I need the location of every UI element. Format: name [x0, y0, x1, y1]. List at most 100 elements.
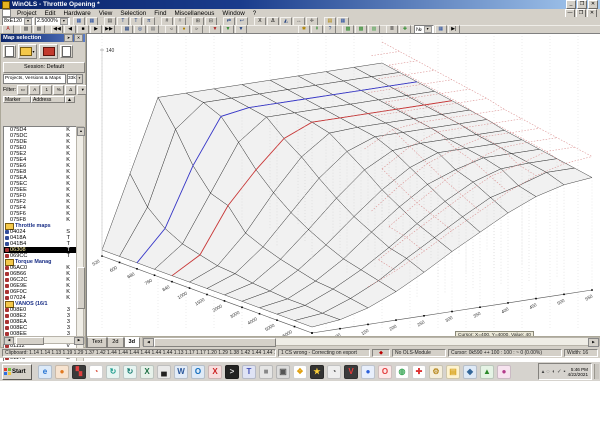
- toolbar-separator: [218, 17, 222, 24]
- menu-item-find[interactable]: Find: [150, 10, 170, 17]
- filter-button-5[interactable]: Δ: [65, 85, 77, 95]
- scroll-up-icon[interactable]: ▲: [77, 127, 85, 136]
- winols-app-icon[interactable]: ▚: [72, 364, 86, 379]
- gray-app-icon[interactable]: ■: [259, 364, 273, 379]
- media-player-icon[interactable]: ●: [55, 364, 69, 379]
- combo-arrow-icon[interactable]: ▾: [59, 17, 68, 25]
- svg-text:300: 300: [444, 315, 454, 323]
- excel-icon[interactable]: X: [140, 364, 154, 379]
- marker-red-icon: [5, 284, 9, 288]
- menu-item-project[interactable]: Project: [13, 10, 41, 17]
- tab-2d[interactable]: 2d: [107, 337, 124, 348]
- scope-select[interactable]: Projects, Versions & Maps: [3, 74, 66, 84]
- toolbar-separator: [248, 25, 252, 32]
- open-project-button[interactable]: ▾: [18, 44, 37, 59]
- scroll-thumb[interactable]: [77, 267, 85, 309]
- transfer-icon[interactable]: ✚: [412, 364, 426, 379]
- panel-horizontal-scrollbar[interactable]: ◀ ▶: [3, 336, 85, 345]
- red-folder-icon: [42, 47, 55, 56]
- scroll-thumb[interactable]: [16, 337, 44, 345]
- tray-icon-3[interactable]: ◖: [552, 369, 555, 375]
- menu-item-view[interactable]: View: [95, 10, 117, 17]
- import-button[interactable]: [39, 44, 58, 59]
- surface-plot: 520 600 680 760 840 1000 1500 2000 3000 4000 5000 6…: [91, 36, 594, 336]
- sheet-icon: [5, 46, 14, 57]
- scroll-right-icon[interactable]: ▶: [588, 338, 599, 347]
- marker-red-icon: [5, 326, 9, 330]
- app-icon: [2, 0, 10, 9]
- new-map-button[interactable]: [3, 45, 16, 58]
- column-marker[interactable]: Marker: [3, 96, 31, 103]
- scroll-left-icon[interactable]: ◀: [143, 338, 155, 347]
- plot-bottom-bar: Text 2d 3d ◀ ▶: [87, 336, 600, 348]
- map-3d-view[interactable]: 520 600 680 760 840 1000 1500 2000 3000 4000 5000 6…: [86, 33, 600, 348]
- opera-icon[interactable]: O: [378, 364, 392, 379]
- marker-empty: [5, 200, 9, 204]
- panel-pin-button[interactable]: ➤: [64, 34, 73, 42]
- blue-app-icon[interactable]: ◆: [463, 364, 477, 379]
- session-button[interactable]: Session: Default: [3, 62, 85, 73]
- scroll-thumb[interactable]: [154, 338, 277, 347]
- word-icon[interactable]: W: [174, 364, 188, 379]
- show-desktop-button[interactable]: [594, 364, 599, 379]
- toolbar-separator: [249, 17, 253, 24]
- clock-app-icon[interactable]: ◔: [327, 364, 341, 379]
- device-icon[interactable]: ▄: [157, 364, 171, 379]
- sync-icon[interactable]: ↻: [106, 364, 120, 379]
- menu-item-miscellaneous[interactable]: Miscellaneous: [170, 10, 218, 17]
- combo-arrow-icon[interactable]: ▾: [423, 26, 432, 33]
- menu-item-window[interactable]: Window: [218, 10, 248, 17]
- svg-text:5000: 5000: [264, 322, 276, 332]
- column-address[interactable]: Address: [31, 96, 65, 103]
- pink-app-icon[interactable]: ●: [497, 364, 511, 379]
- filter-button-3[interactable]: 1: [41, 85, 53, 95]
- checksum-status: 1 CS wrong - Correcting on export: [278, 349, 370, 357]
- list-vertical-scrollbar[interactable]: ▲ ▼: [76, 126, 85, 371]
- filter-button-4[interactable]: %: [53, 85, 65, 95]
- vault-icon[interactable]: ▣: [276, 364, 290, 379]
- scroll-right-icon[interactable]: ▶: [74, 337, 84, 345]
- folder-app-icon[interactable]: ▤: [446, 364, 460, 379]
- marker-red-icon: [5, 272, 9, 276]
- green-app-icon[interactable]: ▲: [480, 364, 494, 379]
- tab-text[interactable]: Text: [87, 337, 108, 348]
- filter-button-1[interactable]: ▭: [17, 85, 29, 95]
- settings-wrench-icon[interactable]: ⚙: [429, 364, 443, 379]
- star-app-icon[interactable]: ★: [310, 364, 324, 379]
- panel-close-button[interactable]: ✕: [74, 34, 83, 42]
- marker-red-icon: [5, 248, 9, 252]
- tray-icon-5[interactable]: ▪: [564, 369, 566, 375]
- close-app-icon[interactable]: X: [208, 364, 222, 379]
- svg-text:1000: 1000: [177, 290, 189, 300]
- browser-globe-icon[interactable]: ◍: [395, 364, 409, 379]
- combo-arrow-icon[interactable]: ▾: [23, 17, 32, 25]
- menu-item-hardware[interactable]: Hardware: [59, 10, 94, 17]
- color-app-icon[interactable]: ❖: [293, 364, 307, 379]
- tray-icon-1[interactable]: ▴: [542, 369, 545, 375]
- internet-explorer-icon[interactable]: e: [38, 364, 52, 379]
- menu-item-[interactable]: ?: [249, 10, 261, 17]
- outlook-icon[interactable]: O: [191, 364, 205, 379]
- menu-item-edit[interactable]: Edit: [41, 10, 60, 17]
- map-properties-button[interactable]: [60, 45, 73, 58]
- column-sort[interactable]: ▲: [65, 96, 75, 103]
- filter-button-2[interactable]: A: [29, 85, 41, 95]
- menu-item-selection[interactable]: Selection: [116, 10, 150, 17]
- vivaldi-icon[interactable]: V: [344, 364, 358, 379]
- chrome-icon[interactable]: ◔: [89, 364, 103, 379]
- svg-text:4000: 4000: [247, 316, 259, 326]
- open-folder-icon: [20, 47, 33, 56]
- scroll-left-icon[interactable]: ◀: [4, 337, 14, 345]
- tray-icon-4[interactable]: ✓: [557, 369, 562, 375]
- tray-icon-2[interactable]: ◌: [546, 369, 549, 375]
- plot-horizontal-scrollbar[interactable]: ◀ ▶: [142, 337, 600, 347]
- tab-3d[interactable]: 3d: [123, 337, 141, 348]
- firefox-icon[interactable]: ●: [361, 364, 375, 379]
- start-button[interactable]: Start: [2, 363, 32, 380]
- terminal-icon[interactable]: >: [225, 364, 239, 379]
- sheet-edit-icon: [62, 46, 71, 57]
- teams-icon[interactable]: T: [242, 364, 256, 379]
- toolbar-separator: [253, 25, 257, 32]
- scope-value-select[interactable]: 33k ▾: [67, 74, 83, 84]
- sync-alt-icon[interactable]: ↻: [123, 364, 137, 379]
